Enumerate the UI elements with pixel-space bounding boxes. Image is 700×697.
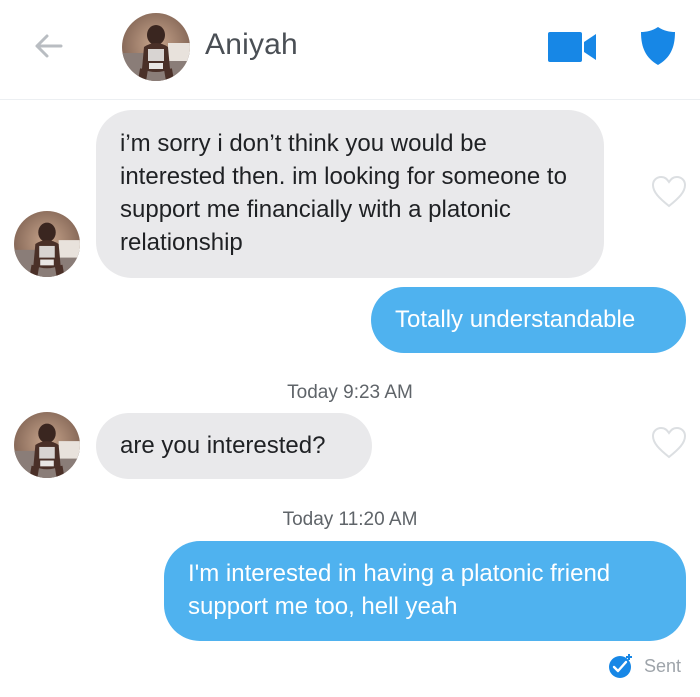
safety-button[interactable] bbox=[640, 26, 676, 66]
sent-status-label: Sent bbox=[644, 655, 682, 676]
video-camera-icon bbox=[548, 32, 596, 62]
timestamp-day: Today bbox=[287, 382, 338, 403]
message-timestamp: Today 9:23 AM bbox=[0, 382, 700, 404]
heart-outline-icon bbox=[651, 426, 687, 459]
received-message-bubble[interactable]: are you interested? bbox=[96, 413, 372, 479]
heart-outline-icon bbox=[651, 175, 687, 208]
sender-avatar[interactable] bbox=[14, 211, 80, 277]
timestamp-day: Today bbox=[282, 509, 334, 530]
video-call-button[interactable] bbox=[548, 30, 598, 64]
sent-message-bubble[interactable]: Totally understandable bbox=[371, 287, 686, 353]
timestamp-time: 11:20 AM bbox=[338, 509, 418, 530]
like-message-button[interactable] bbox=[651, 426, 687, 460]
sender-avatar[interactable] bbox=[14, 412, 80, 478]
check-badge-icon bbox=[609, 654, 632, 678]
back-button[interactable] bbox=[30, 30, 66, 62]
shield-icon bbox=[641, 27, 675, 65]
contact-avatar[interactable] bbox=[122, 13, 190, 81]
contact-name[interactable]: Aniyah bbox=[205, 28, 298, 62]
chat-header: Aniyah bbox=[0, 0, 700, 100]
received-message-bubble[interactable]: i’m sorry i don’t think you would be int… bbox=[96, 110, 604, 278]
like-message-button[interactable] bbox=[651, 175, 687, 209]
arrow-left-icon bbox=[35, 34, 63, 58]
delivery-status: Sent bbox=[608, 653, 681, 679]
sent-message-bubble[interactable]: I'm interested in having a platonic frie… bbox=[164, 541, 686, 641]
message-timestamp: Today 11:20 AM bbox=[0, 509, 700, 531]
timestamp-time: 9:23 AM bbox=[343, 382, 413, 403]
